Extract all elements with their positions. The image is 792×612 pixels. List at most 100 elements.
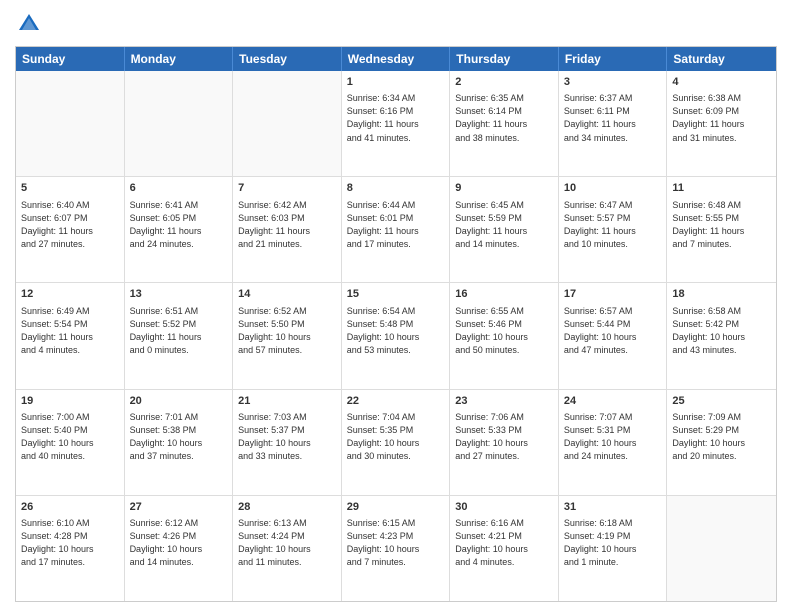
day-info: Sunrise: 6:55 AM Sunset: 5:46 PM Dayligh… [455,305,553,357]
day-number: 26 [21,500,119,515]
day-number: 17 [564,287,662,302]
day-number: 28 [238,500,336,515]
calendar-cell-22: 22 Sunrise: 7:04 AM Sunset: 5:35 PM Dayli… [342,390,451,495]
day-number: 10 [564,181,662,196]
day-number: 3 [564,75,662,90]
calendar: SundayMondayTuesdayWednesdayThursdayFrid… [15,46,777,602]
day-info: Sunrise: 6:16 AM Sunset: 4:21 PM Dayligh… [455,517,553,569]
day-number: 18 [672,287,771,302]
calendar-cell-17: 17 Sunrise: 6:57 AM Sunset: 5:44 PM Dayli… [559,283,668,388]
weekday-header-thursday: Thursday [450,47,559,71]
day-number: 27 [130,500,228,515]
weekday-header-tuesday: Tuesday [233,47,342,71]
day-number: 7 [238,181,336,196]
day-info: Sunrise: 6:38 AM Sunset: 6:09 PM Dayligh… [672,92,771,144]
day-info: Sunrise: 7:06 AM Sunset: 5:33 PM Dayligh… [455,411,553,463]
day-info: Sunrise: 7:04 AM Sunset: 5:35 PM Dayligh… [347,411,445,463]
day-number: 29 [347,500,445,515]
calendar-cell-19: 19Sunrise: 7:00 AM Sunset: 5:40 PM Dayli… [16,390,125,495]
calendar-cell-6: 6Sunrise: 6:41 AM Sunset: 6:05 PM Daylig… [125,177,234,282]
calendar-cell-26: 26 Sunrise: 6:10 AM Sunset: 4:28 PM Dayli… [16,496,125,601]
day-info: Sunrise: 7:03 AM Sunset: 5:37 PM Dayligh… [238,411,336,463]
day-number: 16 [455,287,553,302]
day-info: Sunrise: 6:58 AM Sunset: 5:42 PM Dayligh… [672,305,771,357]
calendar-cell-14: 14 Sunrise: 6:52 AM Sunset: 5:50 PM Dayli… [233,283,342,388]
day-info: Sunrise: 6:40 AM Sunset: 6:07 PM Dayligh… [21,199,119,251]
calendar-cell-20: 20 Sunrise: 7:01 AM Sunset: 5:38 PM Dayli… [125,390,234,495]
day-info: Sunrise: 6:44 AM Sunset: 6:01 PM Dayligh… [347,199,445,251]
calendar-cell-10: 10 Sunrise: 6:47 AM Sunset: 5:57 PM Dayli… [559,177,668,282]
calendar-cell-empty-4-6 [667,496,776,601]
day-info: Sunrise: 6:12 AM Sunset: 4:26 PM Dayligh… [130,517,228,569]
calendar-cell-13: 13 Sunrise: 6:51 AM Sunset: 5:52 PM Dayli… [125,283,234,388]
day-info: Sunrise: 6:48 AM Sunset: 5:55 PM Dayligh… [672,199,771,251]
page: SundayMondayTuesdayWednesdayThursdayFrid… [0,0,792,612]
calendar-cell-29: 29 Sunrise: 6:15 AM Sunset: 4:23 PM Dayli… [342,496,451,601]
day-info: Sunrise: 6:35 AM Sunset: 6:14 PM Dayligh… [455,92,553,144]
day-number: 31 [564,500,662,515]
calendar-cell-11: 11 Sunrise: 6:48 AM Sunset: 5:55 PM Dayli… [667,177,776,282]
calendar-row-1: 5Sunrise: 6:40 AM Sunset: 6:07 PM Daylig… [16,177,776,283]
weekday-header-friday: Friday [559,47,668,71]
day-info: Sunrise: 7:09 AM Sunset: 5:29 PM Dayligh… [672,411,771,463]
day-info: Sunrise: 6:41 AM Sunset: 6:05 PM Dayligh… [130,199,228,251]
day-info: Sunrise: 7:00 AM Sunset: 5:40 PM Dayligh… [21,411,119,463]
calendar-cell-16: 16 Sunrise: 6:55 AM Sunset: 5:46 PM Dayli… [450,283,559,388]
calendar-row-0: 1Sunrise: 6:34 AM Sunset: 6:16 PM Daylig… [16,71,776,177]
day-info: Sunrise: 7:07 AM Sunset: 5:31 PM Dayligh… [564,411,662,463]
calendar-cell-24: 24Sunrise: 7:07 AM Sunset: 5:31 PM Dayli… [559,390,668,495]
weekday-header-wednesday: Wednesday [342,47,451,71]
calendar-cell-21: 21Sunrise: 7:03 AM Sunset: 5:37 PM Dayli… [233,390,342,495]
day-info: Sunrise: 6:10 AM Sunset: 4:28 PM Dayligh… [21,517,119,569]
day-number: 13 [130,287,228,302]
calendar-cell-9: 9 Sunrise: 6:45 AM Sunset: 5:59 PM Daylig… [450,177,559,282]
day-info: Sunrise: 6:57 AM Sunset: 5:44 PM Dayligh… [564,305,662,357]
calendar-cell-27: 27 Sunrise: 6:12 AM Sunset: 4:26 PM Dayli… [125,496,234,601]
day-info: Sunrise: 6:15 AM Sunset: 4:23 PM Dayligh… [347,517,445,569]
day-number: 20 [130,394,228,409]
day-info: Sunrise: 6:45 AM Sunset: 5:59 PM Dayligh… [455,199,553,251]
day-info: Sunrise: 6:18 AM Sunset: 4:19 PM Dayligh… [564,517,662,569]
header [15,10,777,38]
calendar-body: 1Sunrise: 6:34 AM Sunset: 6:16 PM Daylig… [16,71,776,601]
calendar-cell-8: 8Sunrise: 6:44 AM Sunset: 6:01 PM Daylig… [342,177,451,282]
day-info: Sunrise: 6:34 AM Sunset: 6:16 PM Dayligh… [347,92,445,144]
day-info: Sunrise: 6:51 AM Sunset: 5:52 PM Dayligh… [130,305,228,357]
day-number: 9 [455,181,553,196]
day-number: 30 [455,500,553,515]
calendar-cell-31: 31 Sunrise: 6:18 AM Sunset: 4:19 PM Dayli… [559,496,668,601]
day-number: 23 [455,394,553,409]
day-number: 4 [672,75,771,90]
weekday-header-saturday: Saturday [667,47,776,71]
day-number: 25 [672,394,771,409]
day-number: 12 [21,287,119,302]
calendar-cell-empty-0-0 [16,71,125,176]
weekday-header-sunday: Sunday [16,47,125,71]
calendar-header: SundayMondayTuesdayWednesdayThursdayFrid… [16,47,776,71]
day-info: Sunrise: 6:52 AM Sunset: 5:50 PM Dayligh… [238,305,336,357]
logo [15,10,47,38]
day-info: Sunrise: 7:01 AM Sunset: 5:38 PM Dayligh… [130,411,228,463]
logo-icon [15,10,43,38]
calendar-cell-4: 4 Sunrise: 6:38 AM Sunset: 6:09 PM Daylig… [667,71,776,176]
calendar-cell-30: 30 Sunrise: 6:16 AM Sunset: 4:21 PM Dayli… [450,496,559,601]
calendar-row-2: 12 Sunrise: 6:49 AM Sunset: 5:54 PM Dayli… [16,283,776,389]
day-number: 11 [672,181,771,196]
day-info: Sunrise: 6:13 AM Sunset: 4:24 PM Dayligh… [238,517,336,569]
day-number: 2 [455,75,553,90]
calendar-cell-7: 7 Sunrise: 6:42 AM Sunset: 6:03 PM Daylig… [233,177,342,282]
day-info: Sunrise: 6:42 AM Sunset: 6:03 PM Dayligh… [238,199,336,251]
calendar-cell-empty-0-2 [233,71,342,176]
day-number: 14 [238,287,336,302]
calendar-cell-3: 3Sunrise: 6:37 AM Sunset: 6:11 PM Daylig… [559,71,668,176]
day-info: Sunrise: 6:54 AM Sunset: 5:48 PM Dayligh… [347,305,445,357]
calendar-cell-15: 15Sunrise: 6:54 AM Sunset: 5:48 PM Dayli… [342,283,451,388]
calendar-cell-23: 23 Sunrise: 7:06 AM Sunset: 5:33 PM Dayli… [450,390,559,495]
day-number: 22 [347,394,445,409]
calendar-row-4: 26 Sunrise: 6:10 AM Sunset: 4:28 PM Dayli… [16,496,776,601]
weekday-header-monday: Monday [125,47,234,71]
day-info: Sunrise: 6:49 AM Sunset: 5:54 PM Dayligh… [21,305,119,357]
calendar-cell-12: 12 Sunrise: 6:49 AM Sunset: 5:54 PM Dayli… [16,283,125,388]
calendar-cell-empty-0-1 [125,71,234,176]
day-info: Sunrise: 6:47 AM Sunset: 5:57 PM Dayligh… [564,199,662,251]
